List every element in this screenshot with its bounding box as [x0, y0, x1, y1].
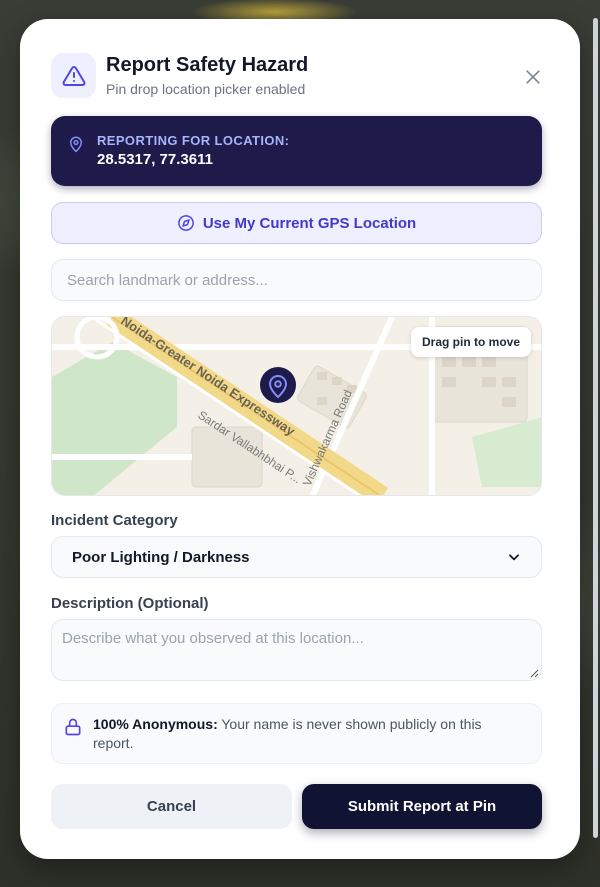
- lock-icon: [65, 718, 81, 736]
- description-textarea[interactable]: [51, 619, 542, 681]
- incident-category-label: Incident Category: [51, 512, 178, 529]
- modal-header: Report Safety Hazard Pin drop location p…: [51, 53, 549, 103]
- chevron-down-icon: [509, 554, 519, 561]
- description-label: Description (Optional): [51, 595, 209, 612]
- incident-category-select[interactable]: Poor Lighting / Darkness: [51, 536, 542, 578]
- submit-report-button[interactable]: Submit Report at Pin: [302, 784, 542, 829]
- use-gps-location-button[interactable]: Use My Current GPS Location: [51, 202, 542, 244]
- location-label: REPORTING FOR LOCATION:: [97, 133, 290, 148]
- compass-icon: [177, 215, 194, 231]
- anonymous-text: 100% Anonymous: Your name is never shown…: [93, 715, 521, 753]
- location-coordinates: 28.5317, 77.3611: [97, 151, 213, 168]
- close-icon: [526, 70, 540, 84]
- modal-subtitle: Pin drop location picker enabled: [106, 81, 306, 97]
- close-button[interactable]: [517, 61, 549, 93]
- map-pin-icon: [70, 136, 82, 153]
- warning-triangle-icon: [51, 53, 96, 98]
- resize-grip-icon[interactable]: [530, 669, 539, 678]
- anonymous-bold: 100% Anonymous:: [93, 716, 218, 732]
- scrollbar[interactable]: [593, 18, 598, 838]
- gps-button-label: Use My Current GPS Location: [202, 214, 417, 232]
- anonymous-notice: 100% Anonymous: Your name is never shown…: [51, 703, 542, 764]
- report-modal: Report Safety Hazard Pin drop location p…: [20, 19, 580, 859]
- map-pin-marker[interactable]: [260, 367, 296, 403]
- cancel-button[interactable]: Cancel: [51, 784, 292, 829]
- location-map[interactable]: Noida-Greater Noida Expressway Sardar Va…: [51, 316, 542, 496]
- search-input[interactable]: [51, 259, 542, 301]
- selected-category: Poor Lighting / Darkness: [72, 548, 250, 566]
- modal-title: Report Safety Hazard: [106, 54, 309, 76]
- location-card: REPORTING FOR LOCATION: 28.5317, 77.3611: [51, 116, 542, 186]
- drag-pin-hint: Drag pin to move: [410, 327, 531, 357]
